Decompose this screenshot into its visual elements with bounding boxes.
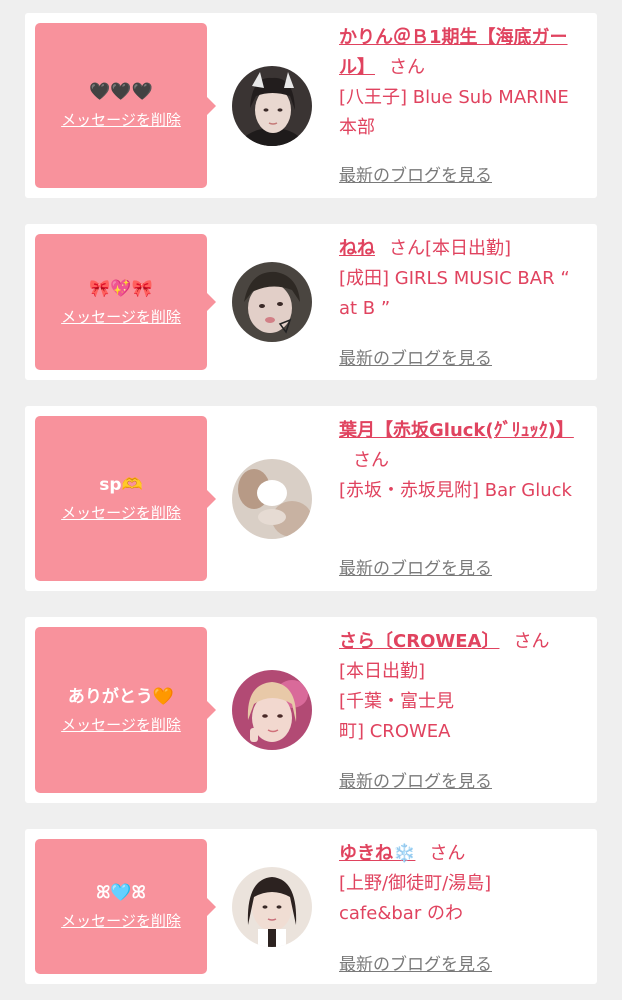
message-card: 🎀💖🎀 メッセージを削除 ねね さん[本日出勤] [成田] GIRLS MUSIC… <box>25 224 597 380</box>
message-text: ありがとう🧡 <box>67 686 175 707</box>
message-text: 🎀💖🎀 <box>89 278 153 299</box>
profile-info: さら〔CROWEA〕 さん [本日出勤] [千葉・富士見町] CROWEA <box>339 627 587 747</box>
profile-name-link[interactable]: ねね <box>339 238 375 259</box>
honorific: さん <box>429 843 466 864</box>
shop-name: [成田] GIRLS MUSIC BAR “ at B ” <box>339 268 570 319</box>
delete-message-link[interactable]: メッセージを削除 <box>61 910 181 931</box>
message-card: sp🫶 メッセージを削除 葉月【赤坂Gluck(ｸﾞﾘｭｯｸ)】さん [赤坂・赤… <box>25 406 597 591</box>
avatar[interactable] <box>232 66 312 146</box>
delete-message-link[interactable]: メッセージを削除 <box>61 109 181 130</box>
shop-name: [上野/御徒町/湯島] cafe&bar のわ <box>339 873 492 924</box>
honorific: さん <box>513 631 550 652</box>
avatar[interactable] <box>232 867 312 947</box>
message-text: sp🫶 <box>99 475 143 495</box>
shop-name: [八王子] Blue Sub MARINE 本部 <box>339 87 569 138</box>
latest-blog-link[interactable]: 最新のブログを見る <box>339 161 492 186</box>
profile-name-link[interactable]: 葉月【赤坂Gluck(ｸﾞﾘｭｯｸ)】 <box>339 420 574 441</box>
delete-message-link[interactable]: メッセージを削除 <box>61 714 181 735</box>
message-bubble: 🎀💖🎀 メッセージを削除 <box>35 234 216 370</box>
delete-message-link[interactable]: メッセージを削除 <box>61 306 181 327</box>
honorific: さん <box>389 57 425 78</box>
shop-name: [千葉・富士見町] CROWEA <box>339 691 455 742</box>
message-bubble: sp🫶 メッセージを削除 <box>35 416 216 581</box>
avatar[interactable] <box>232 670 312 750</box>
message-text: ꕤ🩵ꕤ <box>96 883 146 903</box>
latest-blog-link[interactable]: 最新のブログを見る <box>339 344 492 369</box>
latest-blog-link[interactable]: 最新のブログを見る <box>339 950 492 975</box>
avatar[interactable] <box>232 459 312 539</box>
honorific: さん <box>353 450 389 471</box>
message-text: 🖤🖤🖤 <box>89 82 153 102</box>
message-card: ありがとう🧡 メッセージを削除 さら〔CROWEA〕 さん [本日出勤] [千葉・… <box>25 617 597 803</box>
message-card: 🖤🖤🖤 メッセージを削除 かりん＠Ｂ1期生【海底ガール】 さん [八王子] Blu… <box>25 13 597 198</box>
profile-name-link[interactable]: かりん＠Ｂ1期生【海底ガール】 <box>339 27 568 78</box>
profile-info: ねね さん[本日出勤] [成田] GIRLS MUSIC BAR “ at B ” <box>339 234 587 324</box>
delete-message-link[interactable]: メッセージを削除 <box>61 502 181 523</box>
honorific: さん <box>389 238 425 259</box>
message-bubble: ꕤ🩵ꕤ メッセージを削除 <box>35 839 216 974</box>
message-card: ꕤ🩵ꕤ メッセージを削除 ゆきね❄️ さん [上野/御徒町/湯島] cafe&ba… <box>25 829 597 984</box>
latest-blog-link[interactable]: 最新のブログを見る <box>339 767 492 792</box>
latest-blog-link[interactable]: 最新のブログを見る <box>339 554 492 579</box>
avatar[interactable] <box>232 262 312 342</box>
work-status: [本日出勤] <box>425 238 512 259</box>
shop-name: [赤坂・赤坂見附] Bar Gluck <box>339 480 572 501</box>
profile-name-link[interactable]: さら〔CROWEA〕 <box>339 631 499 652</box>
profile-name-link[interactable]: ゆきね❄️ <box>339 843 415 864</box>
message-bubble: 🖤🖤🖤 メッセージを削除 <box>35 23 216 188</box>
work-status: [本日出勤] <box>339 661 426 682</box>
profile-info: 葉月【赤坂Gluck(ｸﾞﾘｭｯｸ)】さん [赤坂・赤坂見附] Bar Gluc… <box>339 416 587 506</box>
profile-info: ゆきね❄️ さん [上野/御徒町/湯島] cafe&bar のわ <box>339 839 587 929</box>
message-bubble: ありがとう🧡 メッセージを削除 <box>35 627 216 793</box>
profile-info: かりん＠Ｂ1期生【海底ガール】 さん [八王子] Blue Sub MARINE … <box>339 23 587 143</box>
